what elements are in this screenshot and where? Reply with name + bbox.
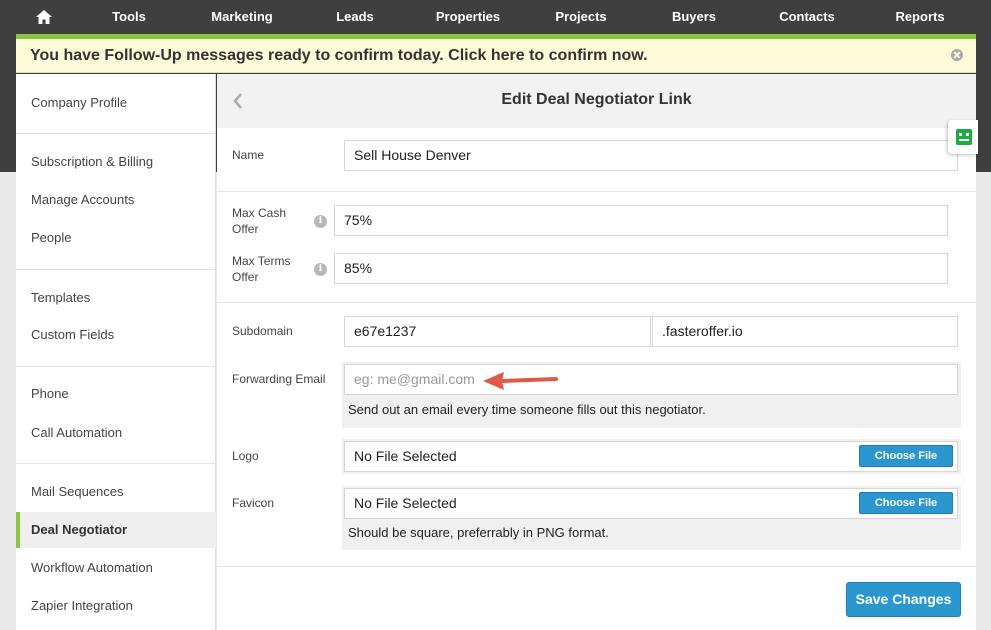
arrow-left-icon bbox=[483, 372, 558, 390]
sidebar-item-mail-sequences[interactable]: Mail Sequences bbox=[16, 474, 216, 510]
info-icon[interactable]: i bbox=[314, 263, 327, 276]
forwarding-email-help: Send out an email every time someone fil… bbox=[348, 402, 706, 417]
chat-bot-icon bbox=[956, 129, 972, 145]
sidebar-item-workflow-automation[interactable]: Workflow Automation bbox=[16, 550, 216, 586]
sidebar-item-people[interactable]: People bbox=[16, 220, 216, 256]
max-cash-label: Max Cash Offer bbox=[232, 206, 287, 236]
sidebar-item-phone[interactable]: Phone bbox=[16, 376, 216, 412]
settings-sidebar: Company Profile Subscription & Billing M… bbox=[16, 74, 216, 630]
save-changes-button[interactable]: Save Changes bbox=[846, 582, 961, 617]
nav-marketing[interactable]: Marketing bbox=[211, 9, 272, 24]
sidebar-item-call-automation[interactable]: Call Automation bbox=[16, 415, 216, 451]
nav-reports[interactable]: Reports bbox=[895, 9, 944, 24]
section-divider bbox=[217, 566, 976, 567]
favicon-help: Should be square, preferrably in PNG for… bbox=[348, 525, 609, 540]
sidebar-item-company-profile[interactable]: Company Profile bbox=[16, 85, 216, 121]
name-input[interactable]: Sell House Denver bbox=[344, 140, 958, 171]
max-terms-input[interactable]: 85% bbox=[334, 253, 948, 284]
sidebar-item-custom-fields[interactable]: Custom Fields bbox=[16, 317, 216, 353]
nav-projects[interactable]: Projects bbox=[555, 9, 606, 24]
favicon-label: Favicon bbox=[232, 496, 275, 510]
page-title: Edit Deal Negotiator Link bbox=[501, 91, 692, 108]
logo-label: Logo bbox=[232, 449, 259, 463]
sidebar-item-subscription-billing[interactable]: Subscription & Billing bbox=[16, 144, 216, 180]
panel-header: Edit Deal Negotiator Link bbox=[217, 74, 976, 128]
sidebar-divider bbox=[16, 463, 216, 464]
nav-properties[interactable]: Properties bbox=[436, 9, 500, 24]
info-icon[interactable]: i bbox=[314, 215, 327, 228]
section-divider bbox=[217, 302, 976, 303]
follow-up-alert: You have Follow-Up messages ready to con… bbox=[16, 39, 976, 73]
edit-panel: Edit Deal Negotiator Link Name Sell Hous… bbox=[217, 74, 976, 630]
sidebar-divider bbox=[16, 269, 216, 270]
top-nav: Tools Marketing Leads Properties Project… bbox=[0, 0, 991, 34]
support-widget[interactable] bbox=[948, 120, 978, 154]
name-label: Name bbox=[232, 148, 265, 162]
max-cash-input[interactable]: 75% bbox=[334, 205, 948, 236]
subdomain-suffix: .fasteroffer.io bbox=[652, 316, 958, 347]
sidebar-item-manage-accounts[interactable]: Manage Accounts bbox=[16, 182, 216, 218]
sidebar-divider bbox=[16, 133, 216, 134]
section-divider bbox=[217, 191, 976, 192]
sidebar-item-templates[interactable]: Templates bbox=[16, 280, 216, 316]
sidebar-item-zapier-integration[interactable]: Zapier Integration bbox=[16, 588, 216, 624]
nav-contacts[interactable]: Contacts bbox=[779, 9, 835, 24]
close-icon[interactable] bbox=[951, 49, 963, 61]
home-icon[interactable] bbox=[34, 7, 54, 27]
subdomain-input[interactable]: e67e1237 bbox=[344, 316, 651, 347]
forwarding-email-label: Forwarding Email bbox=[232, 372, 326, 386]
max-terms-label: Max Terms Offer bbox=[232, 254, 291, 284]
alert-message-link[interactable]: You have Follow-Up messages ready to con… bbox=[30, 47, 648, 65]
nav-leads[interactable]: Leads bbox=[336, 9, 374, 24]
sidebar-item-deal-negotiator[interactable]: Deal Negotiator bbox=[16, 512, 216, 548]
nav-tools[interactable]: Tools bbox=[112, 9, 146, 24]
favicon-choose-file-button[interactable]: Choose File bbox=[859, 492, 953, 514]
nav-buyers[interactable]: Buyers bbox=[672, 9, 716, 24]
logo-choose-file-button[interactable]: Choose File bbox=[859, 445, 953, 467]
sidebar-divider bbox=[16, 366, 216, 367]
subdomain-label: Subdomain bbox=[232, 324, 293, 338]
forwarding-email-input[interactable]: eg: me@gmail.com bbox=[344, 364, 958, 395]
